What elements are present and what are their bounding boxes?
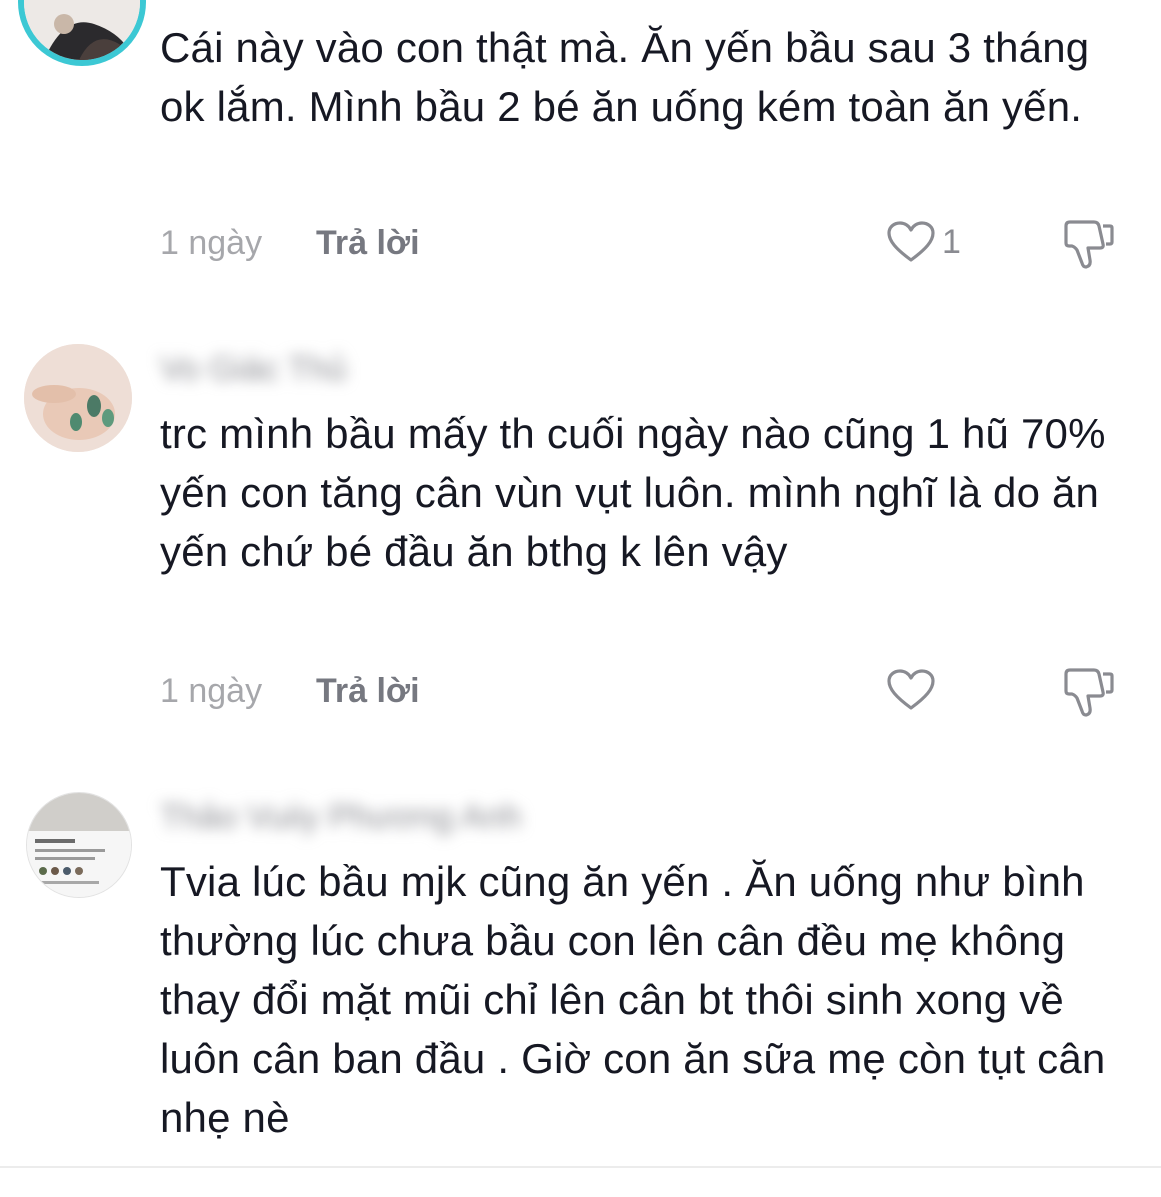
heart-outline-icon bbox=[887, 221, 935, 262]
like-button[interactable]: 1 bbox=[886, 220, 961, 264]
thumbs-down-icon bbox=[1064, 668, 1114, 717]
reply-button[interactable]: Trả lời bbox=[316, 672, 420, 711]
avatar[interactable] bbox=[18, 0, 146, 66]
comment-item: Vo Giác Thủ trc mình bầu mấy th cuối ngà… bbox=[0, 330, 1161, 730]
avatar-photo bbox=[24, 0, 140, 60]
comment-text: Cái này vào con thật mà. Ăn yến bầu sau … bbox=[160, 24, 1090, 130]
comment-time: 1 ngày bbox=[160, 224, 263, 262]
comment-item: Thảo Vuiiy Phương Anh Tvia lúc bầu mjk c… bbox=[0, 780, 1161, 1170]
avatar-photo bbox=[24, 344, 132, 452]
dislike-button[interactable] bbox=[1060, 218, 1116, 275]
comment-list: Cái này vào con thật mà. Ăn yến bầu sau … bbox=[0, 0, 1161, 1197]
comment-username[interactable]: Vo Giác Thủ bbox=[160, 350, 347, 389]
comment-item: Cái này vào con thật mà. Ăn yến bầu sau … bbox=[0, 0, 1161, 290]
avatar-photo bbox=[27, 793, 131, 897]
avatar[interactable] bbox=[24, 344, 132, 452]
thumbs-down-icon bbox=[1064, 220, 1114, 269]
comment-text: trc mình bầu mấy th cuối ngày nào cũng 1… bbox=[160, 410, 1106, 575]
comment-username[interactable]: Thảo Vuiiy Phương Anh bbox=[160, 798, 521, 837]
comment-text: Tvia lúc bầu mjk cũng ăn yến . Ăn uống n… bbox=[160, 858, 1106, 1141]
dislike-button[interactable] bbox=[1060, 666, 1116, 723]
like-button[interactable] bbox=[886, 668, 942, 712]
comment-time: 1 ngày bbox=[160, 672, 263, 710]
heart-outline-icon bbox=[887, 669, 935, 710]
like-count: 1 bbox=[942, 222, 961, 261]
reply-button[interactable]: Trả lời bbox=[316, 224, 420, 263]
divider bbox=[0, 1166, 1161, 1168]
avatar[interactable] bbox=[26, 792, 132, 898]
